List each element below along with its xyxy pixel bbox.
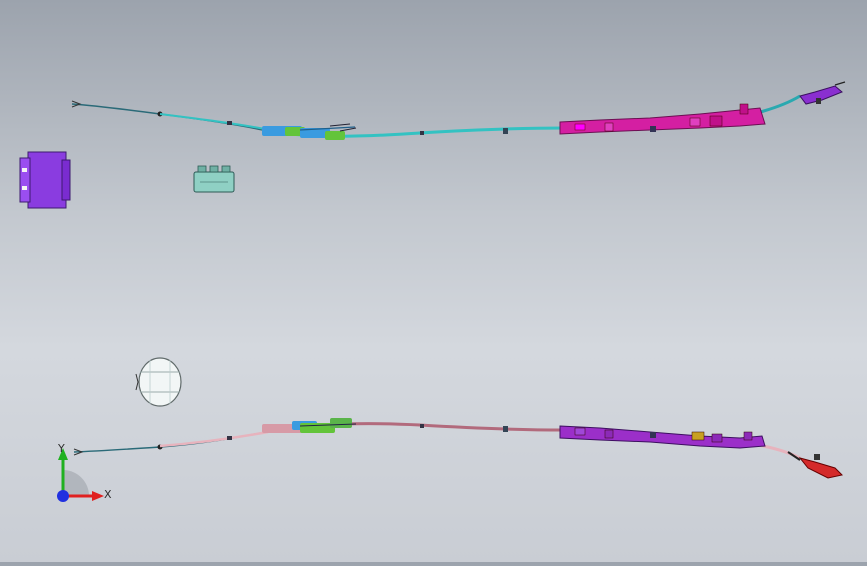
teal-module[interactable] xyxy=(193,165,235,193)
triad-x-label: X xyxy=(104,488,112,501)
bottom-clip-bundle[interactable] xyxy=(262,418,357,433)
top-end-fitting[interactable] xyxy=(799,81,846,105)
triad-y-label: Y xyxy=(58,442,65,455)
triad-axes-icon: Y X xyxy=(48,440,118,510)
white-module[interactable] xyxy=(135,357,182,407)
bottom-bracket[interactable] xyxy=(559,425,766,449)
model-canvas[interactable] xyxy=(0,0,867,562)
top-cable-assembly[interactable] xyxy=(71,81,846,140)
top-clip-bundle[interactable] xyxy=(262,123,357,140)
cad-viewport[interactable]: Y X xyxy=(0,0,867,562)
top-bracket[interactable] xyxy=(559,103,766,135)
bottom-cable-assembly[interactable] xyxy=(73,418,844,479)
purple-module[interactable] xyxy=(19,151,71,209)
